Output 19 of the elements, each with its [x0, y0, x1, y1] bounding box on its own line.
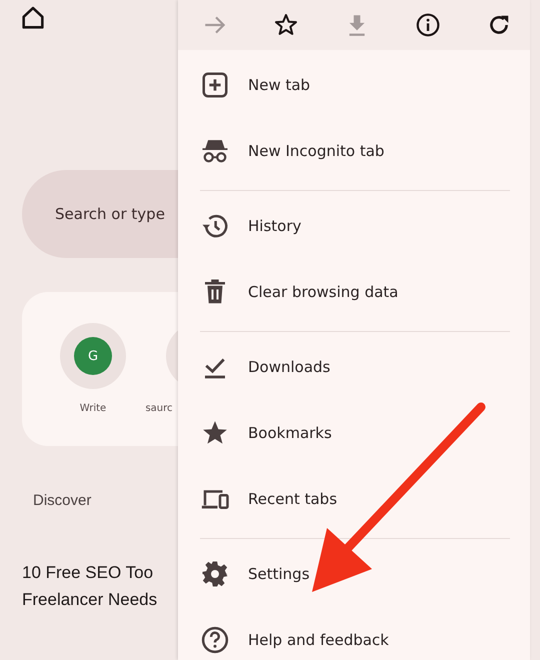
menu-item[interactable]: History [178, 193, 530, 259]
site-icon: G [74, 337, 112, 375]
menu-item[interactable]: New tab [178, 52, 530, 118]
shortcut-label: saurc [145, 403, 173, 414]
menu-item[interactable]: Recent tabs [178, 466, 530, 532]
menu-item[interactable]: Bookmarks [178, 400, 530, 466]
discover-heading: Discover [33, 492, 92, 509]
article-title[interactable]: 10 Free SEO Too Freelancer Needs [22, 559, 178, 613]
menu-item[interactable]: Downloads [178, 334, 530, 400]
settings-icon [200, 559, 230, 589]
menu-item[interactable]: Clear browsing data [178, 259, 530, 325]
help-icon [200, 625, 230, 655]
plus-square-icon [200, 70, 230, 100]
search-field[interactable]: Search or type [22, 170, 178, 258]
shortcut-label: Write [80, 403, 106, 414]
menu-item[interactable]: Settings [178, 541, 530, 607]
menu-item[interactable]: New Incognito tab [178, 118, 530, 184]
menu-item[interactable]: Help and feedback [178, 607, 530, 660]
shortcut-tile[interactable]: G [60, 323, 126, 389]
